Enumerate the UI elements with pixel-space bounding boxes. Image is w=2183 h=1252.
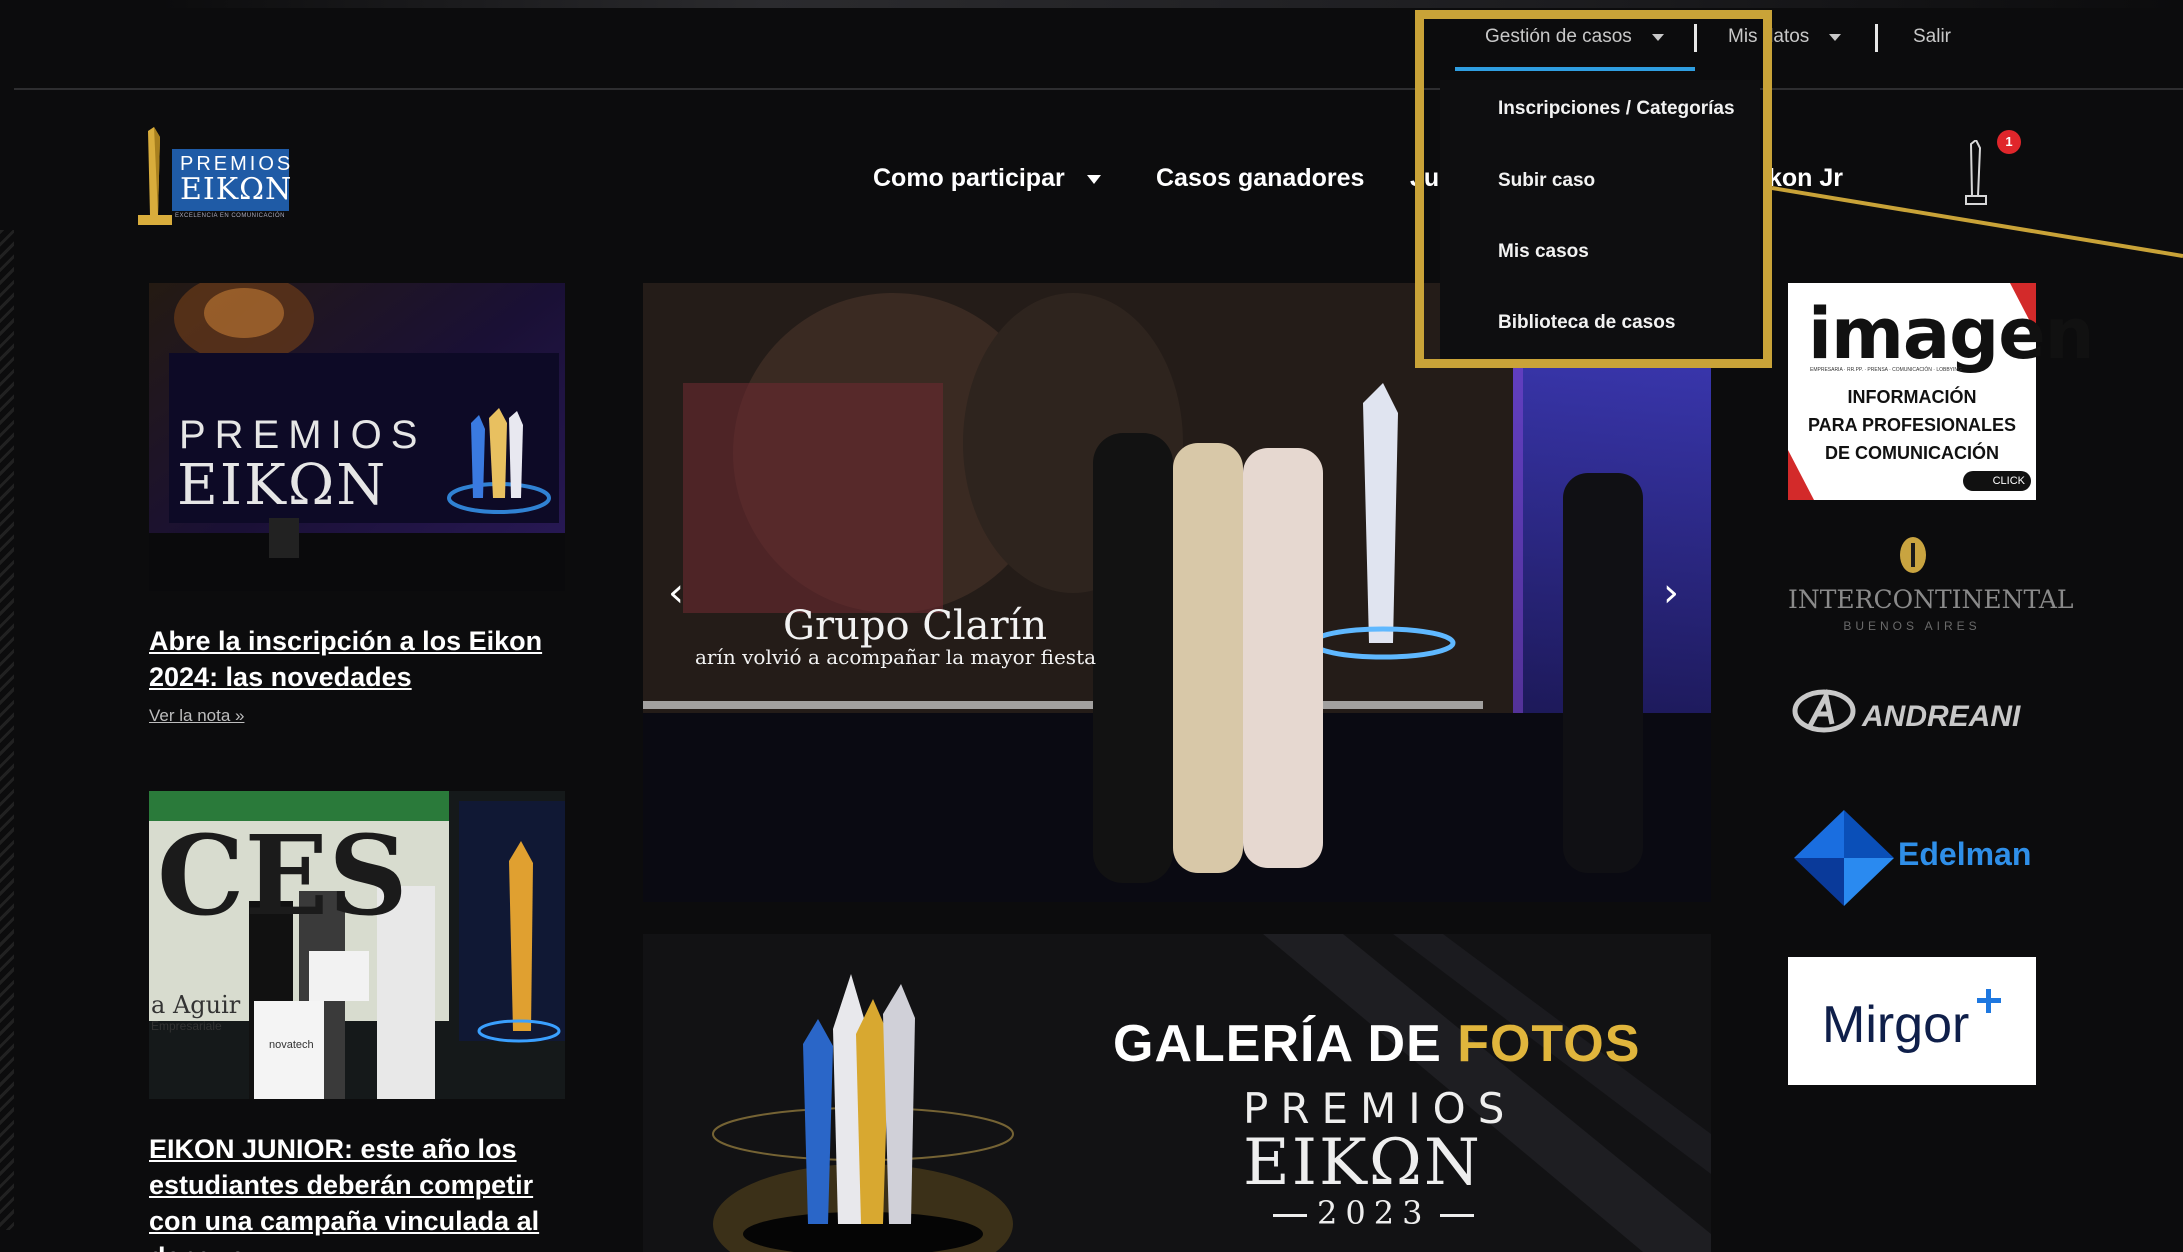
nav-casos-ganadores[interactable]: Casos ganadores [1156, 164, 1364, 193]
edelman-logo-icon [1794, 810, 1894, 906]
sponsor-imagen[interactable]: imagen EMPRESARIA · RR.PP. · PRENSA · CO… [1788, 283, 2095, 500]
logout-label: Salir [1913, 26, 1952, 47]
annotation-highlight-box [1415, 10, 1772, 368]
gallery-title-gold: FOTOS [1457, 1015, 1641, 1073]
news-image-2-bag: novatech [269, 1039, 314, 1051]
intercontinental-name: INTERCONTINENTAL [1788, 585, 2074, 614]
intercontinental-city: BUENOS AIRES [1843, 619, 1981, 633]
sponsor-intercontinental[interactable]: INTERCONTINENTAL BUENOS AIRES [1788, 535, 2074, 640]
gallery-eikon: EIKΩN [1243, 1126, 1482, 1200]
news-image-1-line2: EIKΩN [177, 453, 388, 518]
gallery-background [643, 934, 1711, 1252]
cart-count-badge: 1 [1997, 130, 2021, 154]
hero-carousel[interactable]: Grupo Clarín arín volvió a acompañar la … [643, 283, 1711, 902]
top-utility-bar [14, 10, 2183, 90]
mirgor-plus-icon [1977, 989, 2001, 1013]
imagen-wordmark: imagen [1808, 293, 2095, 375]
news-image-1[interactable]: PREMIOS EIKΩN [149, 283, 565, 591]
top-hairline [160, 0, 2180, 8]
sponsor-mirgor[interactable]: Mirgor [1788, 957, 2036, 1085]
carousel-slide-caption: arín volvió a acompañar la mayor fiesta [695, 645, 1097, 669]
photo-gallery-banner[interactable]: GALERÍA DE FOTOS PREMIOS EIKΩN 2023 [643, 934, 1711, 1252]
imagen-text: INFORMACIÓN PARA PROFESIONALES DE COMUNI… [1788, 383, 2036, 467]
nav-label: Como participar [873, 164, 1065, 192]
news-image-1-line1: PREMIOS [179, 413, 427, 457]
imagen-click-button: CLICK [1963, 471, 2031, 491]
trophy-cart-icon[interactable] [1960, 140, 1990, 206]
carousel-photo-grupo-clarin [643, 283, 1711, 902]
imagen-line2: PARA PROFESIONALES [1807, 415, 2017, 435]
logout-link[interactable]: Salir [1913, 26, 1951, 48]
gallery-title: GALERÍA DE FOTOS [1113, 1014, 1640, 1074]
trophy-logo-icon [138, 127, 172, 225]
mirgor-name: Mirgor [1822, 996, 1970, 1054]
logo-line2: EIKΩN [180, 172, 293, 207]
edge-decoration [0, 230, 14, 1230]
site-logo[interactable]: PREMIOS EIKΩN EXCELENCIA EN COMUNICACIÓN [130, 127, 293, 227]
andreani-logo-icon [1792, 688, 1856, 733]
nav-como-participar[interactable]: Como participar [873, 164, 1101, 193]
sponsor-edelman[interactable]: Edelman [1788, 806, 2036, 906]
imagen-line1: INFORMACIÓN [1847, 387, 1977, 407]
intercontinental-emblem-icon [1900, 537, 1926, 573]
news-image-2-caption1: a Aguir [151, 991, 241, 1019]
carousel-next-arrow-icon[interactable]: › [1663, 570, 1679, 616]
logo-tagline: EXCELENCIA EN COMUNICACIÓN [175, 213, 286, 219]
sponsor-andreani[interactable]: ANDREANI [1788, 680, 2036, 750]
chevron-down-icon [1086, 174, 1101, 184]
news-image-2-caption2: Empresariale [151, 1019, 222, 1033]
imagen-line3: DE COMUNICACIÓN [1825, 443, 1999, 463]
news-title-2[interactable]: EIKON JUNIOR: este año los estudiantes d… [149, 1131, 569, 1252]
news-title-1[interactable]: Abre la inscripción a los Eikon 2024: la… [149, 623, 569, 695]
news-image-2[interactable]: CES a Aguir Empresariale novatech [149, 791, 565, 1099]
chevron-down-icon [1829, 33, 1842, 41]
gallery-year: 2023 [1263, 1194, 1484, 1232]
carousel-prev-arrow-icon[interactable]: ‹ [668, 570, 684, 616]
imagen-small-print: EMPRESARIA · RR.PP. · PRENSA · COMUNICAC… [1810, 367, 1962, 373]
news-image-2-banner: CES [157, 811, 408, 940]
gallery-title-white: GALERÍA DE [1113, 1015, 1442, 1073]
nav-label: Casos ganadores [1156, 164, 1365, 192]
news-read-more-1[interactable]: Ver la nota » [149, 706, 244, 726]
carousel-slide-title: Grupo Clarín [783, 603, 1048, 649]
topbar-separator [1875, 24, 1878, 52]
andreani-name: ANDREANI [1862, 700, 2021, 733]
nav-eikon-jr[interactable]: kon Jr [1768, 164, 1843, 193]
nav-label: kon Jr [1768, 164, 1844, 192]
edelman-name: Edelman [1898, 836, 2032, 872]
